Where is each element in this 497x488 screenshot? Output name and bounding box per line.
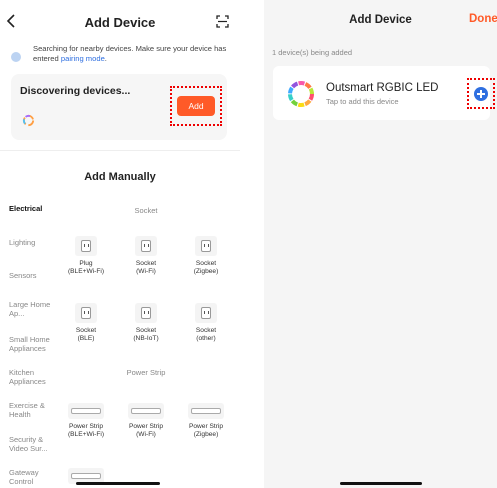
power-strip-icon (128, 403, 164, 419)
device-power-strip-ble-wifi[interactable]: Power Strip (BLE+Wi-Fi) (56, 403, 116, 439)
power-strip-icon (188, 403, 224, 419)
done-button[interactable]: Done (469, 13, 497, 25)
category-kitchen-appliances[interactable]: Kitchen Appliances (9, 368, 59, 386)
device-label: Socket (BLE) (75, 327, 97, 342)
device-label: Power Strip (Zigbee) (188, 423, 224, 438)
device-socket-other[interactable]: Socket (other) (176, 303, 236, 343)
home-indicator (340, 482, 422, 485)
category-security-video[interactable]: Security & Video Sur... (9, 435, 59, 453)
loading-spinner-icon (22, 114, 35, 127)
page-title: Add Device (349, 14, 412, 26)
pairing-mode-link[interactable]: pairing mode (61, 54, 105, 63)
device-socket-nb-iot[interactable]: Socket (NB-IoT) (116, 303, 176, 343)
plus-circle-icon[interactable] (474, 87, 488, 101)
device-plug-ble-wifi[interactable]: Plug (BLE+Wi-Fi) (56, 236, 116, 276)
device-label: Power Strip (Wi-Fi) (128, 423, 164, 438)
page-title: Add Device (84, 15, 156, 30)
power-strip-icon (68, 403, 104, 419)
device-card[interactable]: Outsmart RGBIC LED Tap to add this devic… (273, 66, 495, 120)
device-name: Outsmart RGBIC LED (326, 82, 439, 94)
add-manually-title: Add Manually (84, 171, 156, 183)
device-power-strip-zigbee[interactable]: Power Strip (Zigbee) (176, 403, 236, 439)
discovering-card: Discovering devices... Add (11, 74, 227, 140)
category-lighting[interactable]: Lighting (9, 238, 59, 247)
discovering-title: Discovering devices... (20, 85, 131, 97)
search-status-text: Searching for nearby devices. Make sure … (33, 44, 233, 64)
section-socket-label: Socket (134, 206, 158, 215)
device-label: Socket (Wi-Fi) (135, 260, 157, 275)
device-socket-zigbee[interactable]: Socket (Zigbee) (176, 236, 236, 276)
socket-icon (135, 236, 157, 256)
search-suffix: . (104, 54, 107, 63)
divider (0, 150, 240, 151)
socket-icon (195, 236, 217, 256)
category-small-home-appliances[interactable]: Small Home Appliances (9, 335, 59, 353)
section-power-strip-label: Power Strip (126, 368, 166, 377)
socket-icon (75, 236, 97, 256)
header: Add Device (0, 0, 240, 40)
devices-being-added-count: 1 device(s) being added (272, 48, 353, 57)
home-indicator (76, 482, 160, 485)
bluetooth-scan-icon (11, 52, 21, 62)
device-socket-ble[interactable]: Socket (BLE) (56, 303, 116, 343)
category-sensors[interactable]: Sensors (9, 271, 59, 280)
category-exercise-health[interactable]: Exercise & Health (9, 401, 59, 419)
device-power-strip-wifi[interactable]: Power Strip (Wi-Fi) (116, 403, 176, 439)
device-label: Socket (Zigbee) (193, 260, 219, 275)
add-device-screen-left: Add Device Searching for nearby devices.… (0, 0, 240, 488)
socket-icon (195, 303, 217, 323)
device-label: Socket (other) (195, 327, 217, 342)
add-button[interactable]: Add (177, 96, 215, 116)
device-socket-wifi[interactable]: Socket (Wi-Fi) (116, 236, 176, 276)
category-gateway-control[interactable]: Gateway Control (9, 468, 59, 486)
scan-icon[interactable] (216, 15, 229, 28)
category-electrical[interactable]: Electrical (9, 204, 59, 213)
device-label: Power Strip (BLE+Wi-Fi) (67, 423, 105, 438)
rgb-ring-icon (288, 81, 314, 107)
device-label: Socket (NB-IoT) (133, 327, 159, 342)
category-large-home-appliances[interactable]: Large Home Ap... (9, 300, 59, 318)
socket-icon (75, 303, 97, 323)
add-device-screen-right: Add Device Done 1 device(s) being added … (264, 0, 497, 488)
device-label: Plug (BLE+Wi-Fi) (67, 260, 105, 275)
device-subtitle: Tap to add this device (326, 97, 399, 106)
socket-icon (135, 303, 157, 323)
